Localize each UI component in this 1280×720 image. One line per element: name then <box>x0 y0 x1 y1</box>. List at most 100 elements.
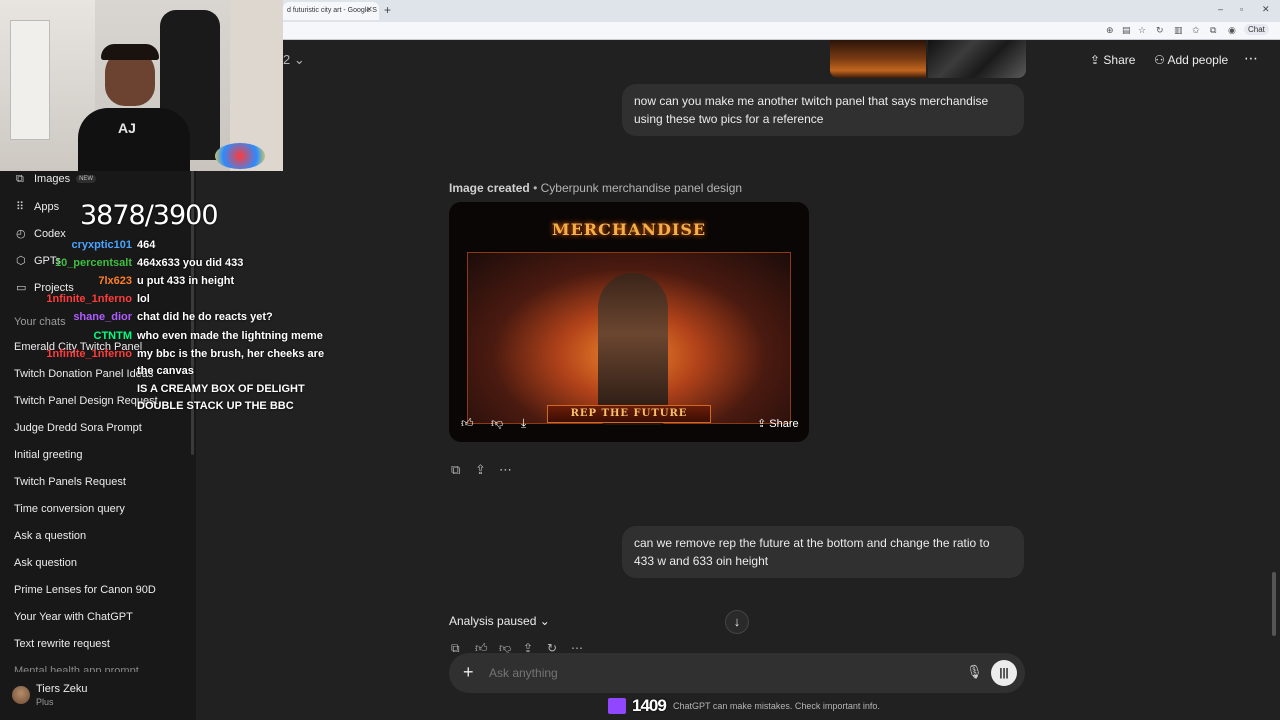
more-icon[interactable]: ⋯ <box>499 462 512 478</box>
new-tab-button[interactable]: + <box>384 3 391 17</box>
main-scrollbar[interactable] <box>1272 572 1276 636</box>
chat-message: u put 433 in height <box>137 275 235 287</box>
chat-history-item[interactable]: Ask a question <box>14 530 86 542</box>
new-badge: NEW <box>76 175 97 184</box>
image-created-label: Image created • Cyberpunk merchandise pa… <box>449 181 742 195</box>
add-person-icon: ⚇ <box>1154 53 1165 67</box>
shirt-text: AJ <box>118 120 136 136</box>
copy-icon[interactable]: ⧉ <box>451 462 460 478</box>
avatar[interactable] <box>12 686 30 704</box>
images-icon: ⧉ <box>16 173 24 185</box>
chat-history-item[interactable]: Prime Lenses for Canon 90D <box>14 584 156 596</box>
chat-username: shane_dior <box>73 311 132 323</box>
chat-message: my bbc is the brush, her cheeks are <box>137 348 325 360</box>
chat-history-item[interactable]: Time conversion query <box>14 503 125 515</box>
collections-icon[interactable]: ⧉ <box>1210 25 1216 36</box>
webcam-overlay: AJ <box>0 0 283 171</box>
user-name[interactable]: Tiers Zeku <box>36 683 88 695</box>
chat-username: cryxptic101 <box>71 239 132 251</box>
disclaimer-text: ChatGPT can make mistakes. Check importa… <box>673 701 880 711</box>
sidebar-item-images[interactable]: ⧉ Images NEW <box>16 173 97 186</box>
image-title: • Cyberpunk merchandise panel design <box>533 181 743 195</box>
chat-username: 10_percentsalt <box>54 257 132 269</box>
chat-message: IS A CREAMY BOX OF DELIGHT <box>137 383 305 395</box>
reference-image[interactable] <box>830 40 926 78</box>
download-icon[interactable]: ⤓ <box>521 416 526 431</box>
more-options-icon[interactable]: ⋯ <box>1244 50 1258 67</box>
door <box>10 20 50 140</box>
image-share-label: Share <box>769 418 799 430</box>
share-label: Share <box>1103 53 1136 67</box>
minimize-icon[interactable]: – <box>1218 4 1223 14</box>
chat-message: lol <box>137 293 150 305</box>
model-name: 2 <box>283 52 291 67</box>
profile-icon[interactable]: ◉ <box>1228 25 1236 36</box>
reference-image[interactable] <box>928 40 1026 78</box>
tab-close-icon[interactable]: ✕ <box>366 5 373 14</box>
refresh-icon[interactable]: ↻ <box>1156 25 1164 36</box>
user-message: now can you make me another twitch panel… <box>622 84 1024 136</box>
microphone-icon[interactable]: 🎙︎ <box>966 664 983 680</box>
model-selector[interactable]: 2 ⌄ <box>283 52 305 68</box>
add-attachment-icon[interactable]: + <box>463 662 474 683</box>
chat-username: 1nfinite_1nferno <box>46 348 132 360</box>
image-share-button[interactable]: ⇪ Share <box>757 417 799 430</box>
add-people-label: Add people <box>1167 53 1229 67</box>
chevron-down-icon: ⌄ <box>293 52 305 67</box>
share-button[interactable]: ⇪ Share <box>1090 53 1135 67</box>
copy-icon[interactable]: ⧉ <box>451 641 460 656</box>
star-icon[interactable]: ☆ <box>1138 25 1146 36</box>
chat-message: the canvas <box>137 365 194 377</box>
scroll-down-button[interactable]: ↓ <box>725 610 749 634</box>
chat-history-item[interactable]: Initial greeting <box>14 449 83 461</box>
stream-chat-line: cryxptic101 464 <box>0 239 330 256</box>
pillow <box>215 143 265 169</box>
chat-history-item[interactable]: Twitch Panels Request <box>14 476 126 488</box>
stream-chat-line: shane_dior chat did he do reacts yet? <box>0 311 330 328</box>
generated-image[interactable]: MERCHANDISE REP THE FUTURE 👍︎ 👎︎ ⤓ ⇪ Sha… <box>449 202 809 442</box>
chat-message: who even made the lightning meme <box>137 330 323 342</box>
image-created-status: Image created <box>449 181 530 195</box>
sidebar-item-apps[interactable]: ⠿ Apps <box>16 200 59 213</box>
share-icon[interactable]: ⇪ <box>475 462 486 478</box>
chat-message: chat did he do reacts yet? <box>137 311 273 323</box>
panel-title-text: MERCHANDISE <box>551 220 707 239</box>
analysis-status[interactable]: Analysis paused ⌄ <box>449 614 550 628</box>
chat-history-item[interactable]: Your Year with ChatGPT <box>14 611 133 623</box>
chat-username: 7lx623 <box>98 275 132 287</box>
add-people-button[interactable]: ⚇ Add people <box>1154 53 1228 67</box>
split-icon[interactable]: ▥ <box>1174 25 1183 36</box>
sidebar-item-label: Apps <box>34 201 60 213</box>
stream-chat-line: 10_percentsalt 464x633 you did 433 <box>0 257 330 274</box>
thumbs-up-icon[interactable]: 👍︎ <box>461 416 474 431</box>
stream-chat-line: DOUBLE STACK UP THE BBC <box>0 400 330 417</box>
thumbs-down-icon[interactable]: 👎︎ <box>491 416 503 431</box>
favorites-icon[interactable]: ✩ <box>1192 25 1200 36</box>
stream-chat-line: 7lx623 u put 433 in height <box>0 275 330 292</box>
prompt-input[interactable] <box>489 666 949 680</box>
page-icon[interactable]: ▤ <box>1122 25 1131 36</box>
stream-chat-line: the canvas <box>0 365 330 382</box>
zoom-icon[interactable]: ⊕ <box>1106 25 1114 36</box>
close-window-icon[interactable]: ✕ <box>1262 4 1270 15</box>
voice-mode-button[interactable]: ||| <box>991 660 1017 686</box>
chat-history-item[interactable]: Mental health app prompt <box>14 665 139 672</box>
chat-username: CTNTM <box>93 330 133 342</box>
maximize-icon[interactable]: ▫ <box>1240 4 1243 14</box>
goal-counter: 3878/3900 <box>80 200 219 231</box>
chat-history-item[interactable]: Judge Dredd Sora Prompt <box>14 422 142 434</box>
portrait-figure <box>598 273 668 425</box>
chat-history-item[interactable]: Ask question <box>14 557 77 569</box>
chevron-down-icon: ⌄ <box>539 614 550 628</box>
sidebar-item-label: Images <box>34 173 71 185</box>
copilot-chat-button[interactable]: Chat <box>1244 24 1269 35</box>
shirt <box>78 108 190 171</box>
user-plan: Plus <box>36 697 54 707</box>
stream-chat-line: IS A CREAMY BOX OF DELIGHT <box>0 383 330 400</box>
chat-history-item[interactable]: Text rewrite request <box>14 638 110 650</box>
browser-tab[interactable]: d futuristic city art - Google S <box>283 2 379 20</box>
twitch-icon <box>608 698 626 714</box>
user-message: can we remove rep the future at the bott… <box>622 526 1024 578</box>
viewer-count: 1409 <box>632 696 667 715</box>
share-icon: ⇪ <box>1090 53 1101 67</box>
